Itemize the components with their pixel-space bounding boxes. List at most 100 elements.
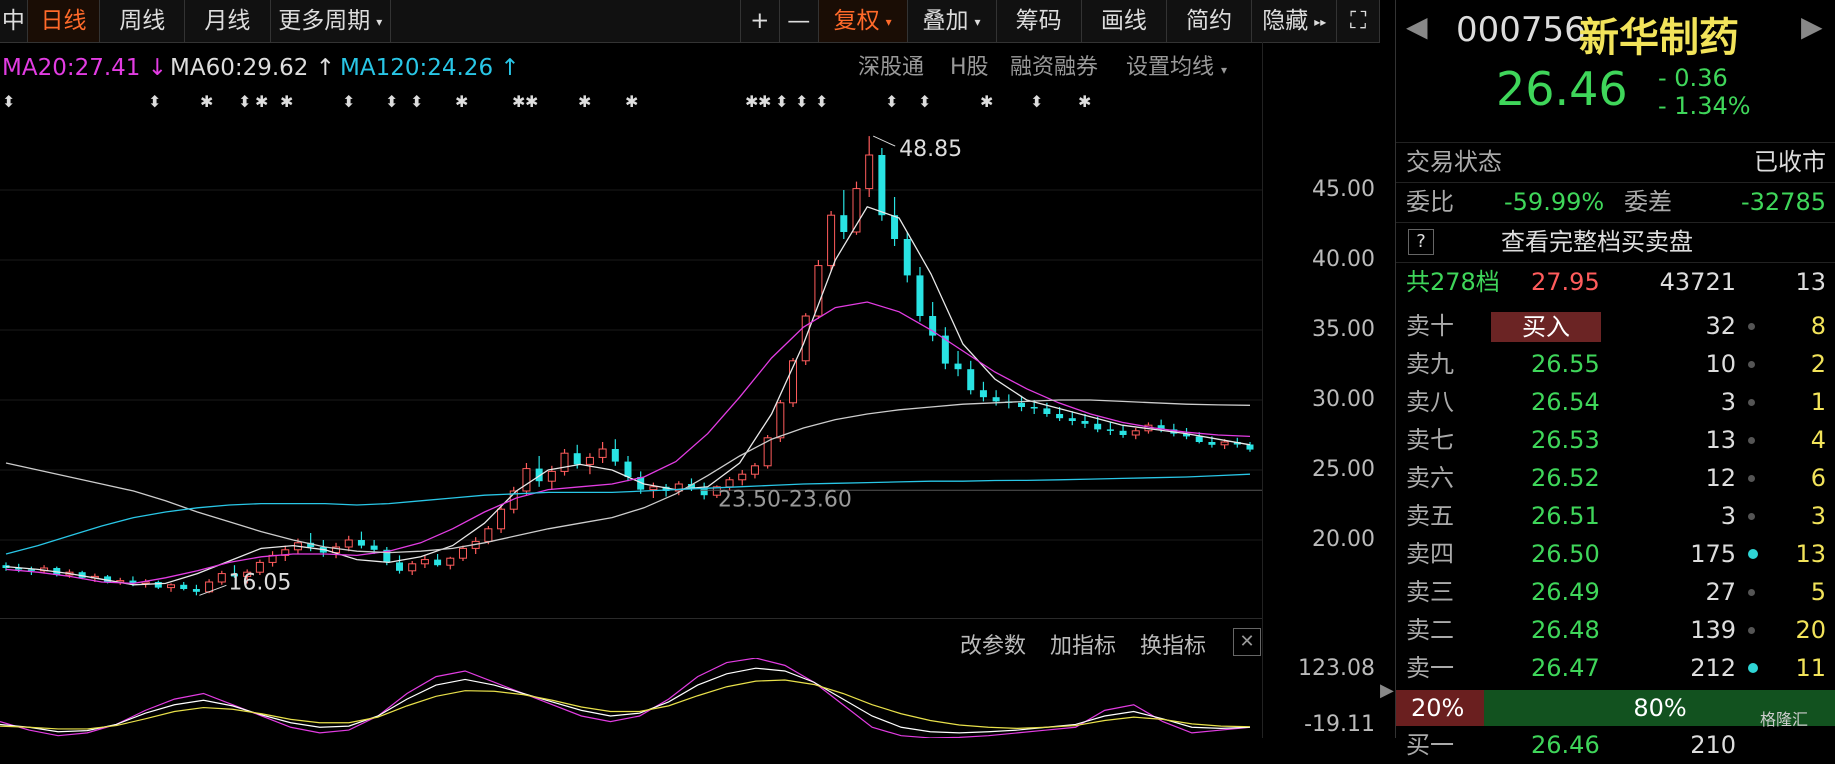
ask-row[interactable]: 卖二 26.48 139 20 [1396,611,1835,649]
candle-body [484,528,493,542]
event-marker[interactable]: ✱ [1078,92,1091,111]
link-sgt[interactable]: 深股通 [858,48,924,88]
bid-row: 买一 26.46 210 [1406,731,1736,759]
toolbar-item-11[interactable]: 画线 [1082,0,1167,42]
event-marker[interactable]: ✱ [525,92,538,111]
event-marker[interactable]: ⬍ [385,92,398,111]
ask-row[interactable]: 卖一 26.47 212 11 [1396,649,1835,687]
close-subchart-icon[interactable]: ✕ [1233,628,1261,656]
candle-body [738,473,747,481]
candle-body [750,465,759,475]
event-marker[interactable]: ⬍ [918,92,931,111]
ask-row[interactable]: 卖九 26.55 10 2 [1396,345,1835,383]
link-hshare[interactable]: H股 [950,48,989,88]
toolbar-item-8[interactable]: 复权 ▾ [818,0,908,42]
ask-price: 26.47 [1531,654,1600,682]
toolbar-item-9[interactable]: 叠加 ▾ [908,0,997,42]
event-marker[interactable]: ✱ [200,92,213,111]
ask-row[interactable]: 卖八 26.54 3 1 [1396,383,1835,421]
event-marker[interactable]: ⬍ [342,92,355,111]
event-marker[interactable]: ✱ [980,92,993,111]
ask-volume: 3 [1720,388,1736,416]
toolbar-item-10[interactable]: 筹码 [997,0,1082,42]
event-marker[interactable]: ✱ [512,92,525,111]
event-marker[interactable]: ✱ [578,92,591,111]
order-dot [1748,513,1755,520]
buy-ratio: 20% [1396,690,1484,726]
ask-price: 26.53 [1531,426,1600,454]
toolbar-item-13[interactable]: 隐藏 ▸▸ [1252,0,1338,42]
switch-indicator-button[interactable]: 换指标 [1140,628,1206,660]
low-price-label: 16.05 [228,570,291,595]
link-ma-settings[interactable]: 设置均线 ▾ [1126,48,1227,90]
ask-row[interactable]: 卖十26.56328买入 [1396,307,1835,345]
event-marker[interactable]: ⬍ [1030,92,1043,111]
event-marker[interactable]: ✱ [255,92,268,111]
help-icon[interactable]: ? [1408,229,1434,255]
toolbar-item-3[interactable]: 月线 [185,0,271,42]
ask-count: 3 [1810,502,1826,530]
toolbar-item-7[interactable]: — [780,0,819,42]
collapse-panel-icon[interactable]: ▶ [1380,680,1394,730]
toolbar-item-1[interactable]: 日线 [27,0,101,42]
candle-body [1195,436,1203,442]
event-marker[interactable]: ⬍ [775,92,788,111]
event-marker[interactable]: ✱ [280,92,293,111]
event-marker[interactable]: ✱ [625,92,638,111]
candle-body [434,559,442,566]
candlestick-chart[interactable]: 48.85 16.05 23.50-23.60 [0,120,1262,610]
ask-label: 卖三 [1406,578,1454,606]
toolbar-item-2[interactable]: 周线 [100,0,186,42]
candle-body [446,557,455,566]
period-toolbar: 中日线 周线 月线 更多周期 ▾ + — 复权 ▾ 叠加 ▾ 筹码 画线 简约 隐藏 ▸▸ ⛶ [0,0,1380,43]
ask-row[interactable]: 卖五 26.51 3 3 [1396,497,1835,535]
event-marker[interactable]: ⬍ [885,92,898,111]
candle-body [370,545,378,550]
toolbar-spacer [391,0,741,42]
toolbar-item-0[interactable]: 中 [0,0,28,42]
ask-row[interactable]: 卖四 26.50 175 13 [1396,535,1835,573]
toolbar-item-4[interactable]: 更多周期 ▾ [271,0,391,42]
candle-body [217,573,226,583]
full-book-link[interactable]: ? 查看完整档买卖盘 [1396,222,1835,261]
event-marker[interactable]: ⬍ [795,92,808,111]
candle-body [1068,418,1076,421]
ask-row[interactable]: 卖七 26.53 13 4 [1396,421,1835,459]
edit-params-button[interactable]: 改参数 [960,628,1026,660]
link-margin[interactable]: 融资融券 [1010,48,1098,88]
next-stock-icon[interactable]: ▶ [1801,10,1823,43]
event-marker[interactable]: ⬍ [410,92,423,111]
toolbar-item-6[interactable]: + [741,0,780,42]
ask-row[interactable]: 卖六 26.52 12 6 [1396,459,1835,497]
order-dot [1748,323,1755,330]
event-marker[interactable]: ✱ [745,92,758,111]
candle-body [192,589,200,592]
toolbar-item-14[interactable]: ⛶ [1337,0,1380,42]
candle-body [1030,407,1038,409]
ma-line-ma120 [5,473,1251,555]
event-marker[interactable]: ⬍ [238,92,251,111]
event-marker[interactable]: ⬍ [148,92,161,111]
order-dot [1748,475,1755,482]
candle-body [903,239,911,276]
event-marker[interactable]: ✱ [455,92,468,111]
candle-body [408,563,417,572]
last-price: 26.46 [1496,62,1628,116]
event-marker[interactable]: ✱ [758,92,771,111]
ma-legend: MA20:27.41 ↓ MA60:29.62 ↑ MA120:24.26 ↑ … [0,48,1380,88]
event-marker[interactable]: ⬍ [2,92,15,111]
ask-label: 卖九 [1406,350,1454,378]
buy-button[interactable]: 买入 [1491,312,1601,342]
candle-body [1208,442,1216,445]
ask-row[interactable]: 卖三 26.49 27 5 [1396,573,1835,611]
indicator-chart[interactable] [0,658,1262,738]
event-marker[interactable]: ⬍ [815,92,828,111]
ask-count: 6 [1810,464,1826,492]
ask-label: 卖四 [1406,540,1454,568]
subchart-divider [0,618,1262,619]
candle-body [878,155,886,216]
prev-stock-icon[interactable]: ◀ [1406,10,1428,43]
order-dot [1748,399,1755,406]
toolbar-item-12[interactable]: 简约 [1167,0,1253,42]
add-indicator-button[interactable]: 加指标 [1050,628,1116,660]
